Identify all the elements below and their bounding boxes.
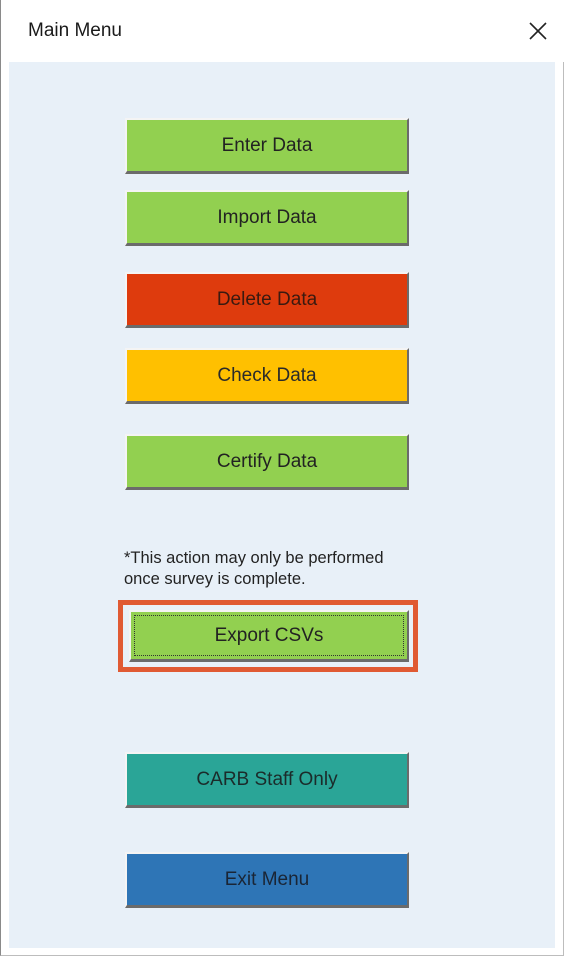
export-note: *This action may only be performed once … (124, 548, 454, 590)
export-csvs-label: Export CSVs (214, 624, 324, 646)
enter-data-button[interactable]: Enter Data (125, 118, 409, 174)
export-note-line-2: once survey is complete. (124, 570, 306, 588)
carb-staff-only-button[interactable]: CARB Staff Only (125, 752, 409, 808)
exit-menu-button[interactable]: Exit Menu (125, 852, 409, 908)
window-title: Main Menu (28, 20, 122, 41)
export-csvs-button[interactable]: Export CSVs (129, 610, 409, 662)
close-icon (529, 22, 547, 40)
delete-data-button[interactable]: Delete Data (125, 272, 409, 328)
title-bar: Main Menu (1, 0, 564, 62)
export-note-line-1: *This action may only be performed (124, 549, 384, 567)
menu-panel: Enter Data Import Data Delete Data Check… (9, 62, 555, 948)
close-button[interactable] (521, 14, 555, 48)
certify-data-button[interactable]: Certify Data (125, 434, 409, 490)
main-menu-window: Main Menu Enter Data Import Data Delete … (0, 0, 564, 956)
check-data-button[interactable]: Check Data (125, 348, 409, 404)
import-data-button[interactable]: Import Data (125, 190, 409, 246)
